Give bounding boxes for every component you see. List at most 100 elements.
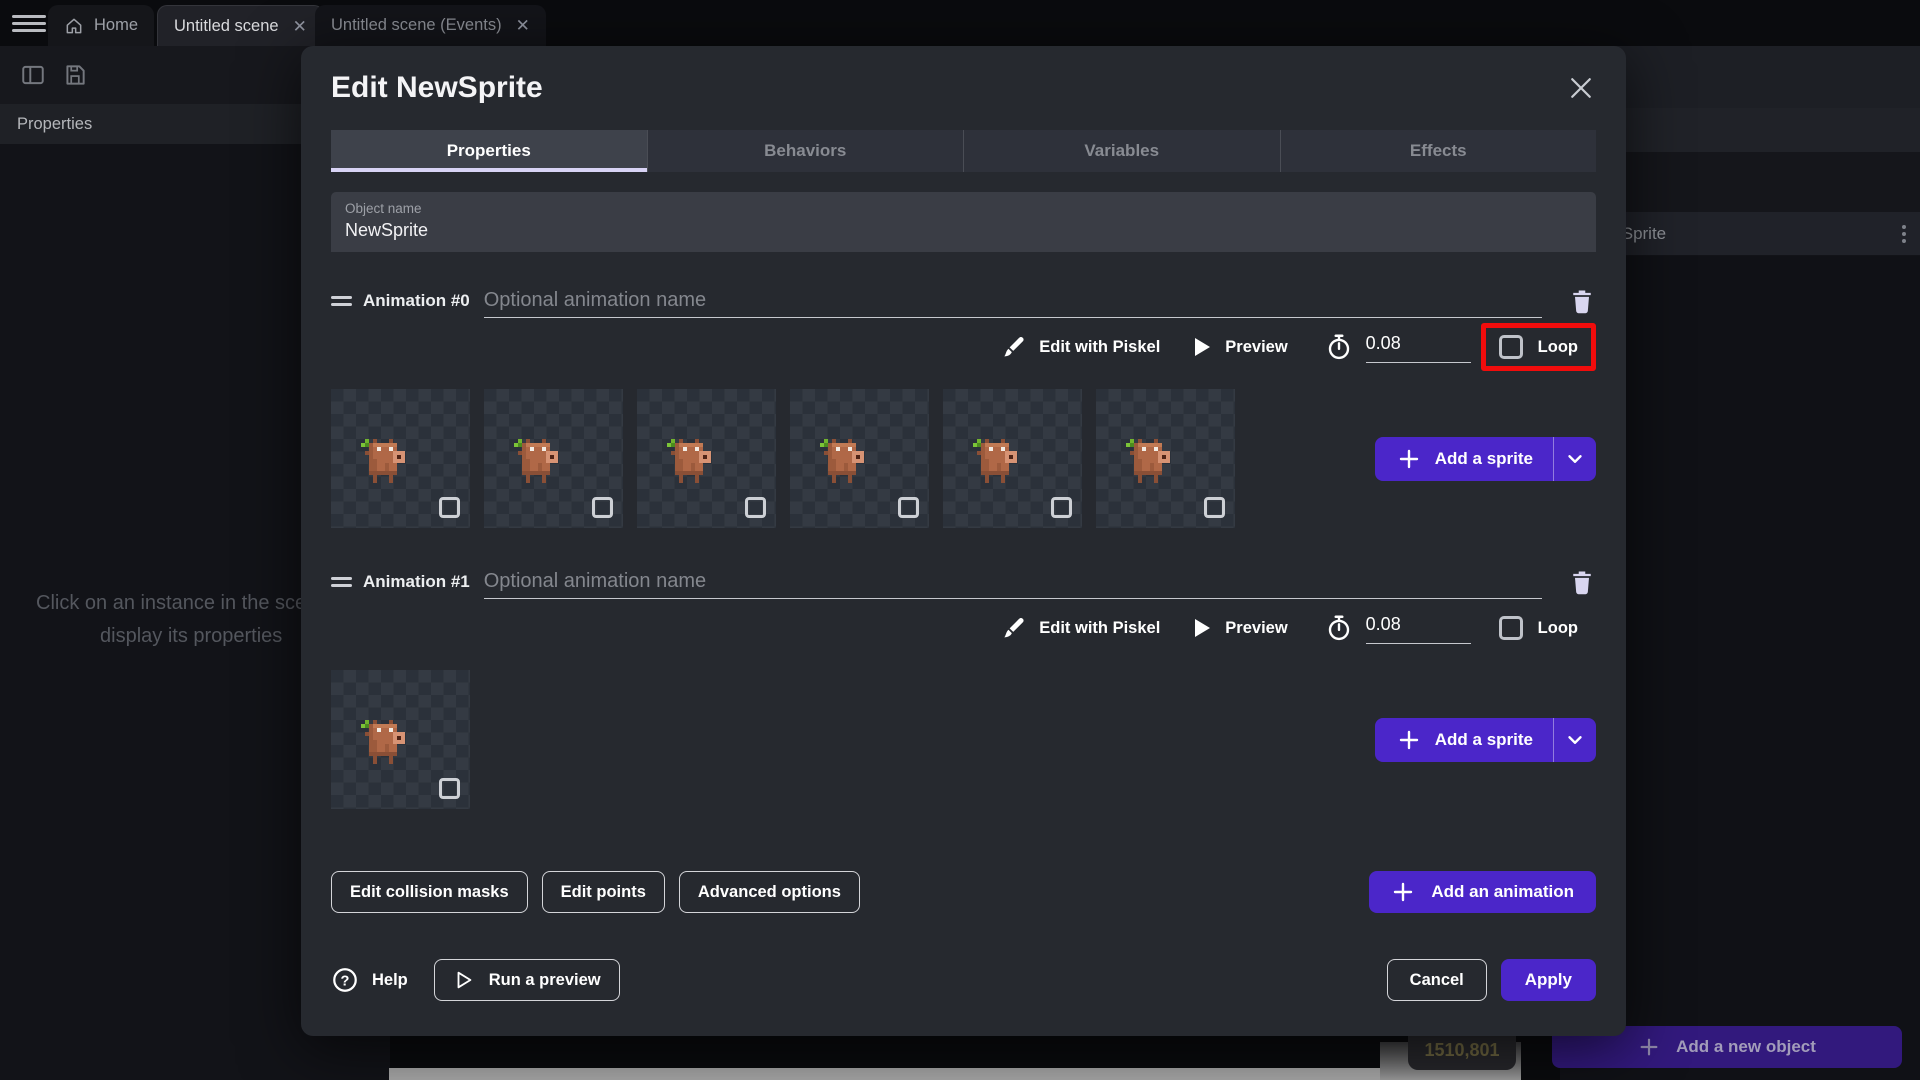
frame-select-checkbox[interactable] [745, 497, 766, 518]
dialog-close-icon[interactable] [1566, 73, 1596, 103]
help-icon: ? [333, 968, 357, 992]
stopwatch-icon [1328, 615, 1349, 641]
add-sprite-button[interactable]: Add a sprite [1374, 717, 1596, 762]
pig-sprite-image [514, 439, 558, 483]
tab-behaviors[interactable]: Behaviors [646, 130, 963, 172]
window-tab-bar: Home Untitled scene ✕ Untitled scene (Ev… [0, 0, 1920, 46]
svg-text:?: ? [341, 973, 350, 989]
drag-handle-icon[interactable] [331, 292, 352, 309]
play-icon [1195, 619, 1211, 637]
sprite-frame-thumbnail[interactable] [943, 389, 1082, 528]
loop-label: Loop [1537, 337, 1578, 356]
animation-title: Animation #0 [363, 291, 470, 310]
plus-icon [1399, 730, 1418, 749]
frame-select-checkbox[interactable] [898, 497, 919, 518]
tab-label: Untitled scene (Events) [331, 16, 502, 34]
tab-untitled-scene[interactable]: Untitled scene ✕ [157, 5, 324, 46]
edit-with-piskel-button[interactable]: Edit with Piskel [1000, 334, 1160, 360]
plus-icon [1394, 882, 1413, 902]
tab-effects[interactable]: Effects [1279, 130, 1596, 172]
animation-name-input[interactable]: Optional animation name [483, 284, 1542, 318]
pig-sprite-image [361, 720, 405, 764]
time-between-frames-input[interactable]: 0.08 [1365, 612, 1471, 644]
tab-untitled-scene-events[interactable]: Untitled scene (Events) ✕ [315, 5, 546, 46]
gdevelop-app: Home Untitled scene ✕ Untitled scene (Ev… [0, 0, 1920, 1080]
pig-sprite-image [1126, 439, 1170, 483]
help-button[interactable]: ? Help [331, 966, 408, 994]
loop-checkbox[interactable] [1498, 616, 1523, 640]
sprite-frame-thumbnail[interactable] [637, 389, 776, 528]
animation-0-toolbar: Edit with Piskel Preview 0.08 Loop [331, 321, 1596, 373]
sprite-frame-thumbnail[interactable] [1096, 389, 1235, 528]
add-sprite-button[interactable]: Add a sprite [1374, 436, 1596, 481]
dialog-tabs: Properties Behaviors Variables Effects [331, 130, 1596, 172]
object-name-field[interactable]: Object name NewSprite [331, 192, 1596, 252]
animation-0-header: Animation #0 Optional animation name [331, 283, 1596, 319]
panels-icon[interactable] [20, 62, 46, 88]
delete-animation-icon[interactable] [1568, 287, 1596, 315]
edit-with-piskel-button[interactable]: Edit with Piskel [1000, 615, 1160, 641]
pig-sprite-image [667, 439, 711, 483]
kebab-menu-icon[interactable] [1902, 224, 1906, 243]
preview-button[interactable]: Preview [1192, 336, 1288, 358]
loop-label: Loop [1537, 618, 1578, 637]
pig-sprite-image [973, 439, 1017, 483]
delete-animation-icon[interactable] [1568, 568, 1596, 596]
tab-variables[interactable]: Variables [963, 130, 1280, 172]
add-sprite-dropdown-arrow[interactable] [1554, 718, 1596, 762]
edit-points-button[interactable]: Edit points [541, 871, 665, 913]
frame-select-checkbox[interactable] [439, 778, 460, 799]
home-icon [66, 18, 82, 33]
apply-button[interactable]: Apply [1500, 959, 1596, 1001]
loop-checkbox-highlighted[interactable]: Loop [1480, 323, 1596, 371]
hamburger-icon[interactable] [12, 15, 46, 32]
play-icon [1195, 338, 1211, 356]
animation-title: Animation #1 [363, 572, 470, 591]
tab-label: Home [94, 16, 139, 34]
add-sprite-dropdown-arrow[interactable] [1554, 437, 1596, 481]
animation-name-placeholder: Optional animation name [483, 570, 707, 592]
frame-select-checkbox[interactable] [1051, 497, 1072, 518]
cancel-button[interactable]: Cancel [1386, 959, 1487, 1001]
sprite-frame-thumbnail[interactable] [790, 389, 929, 528]
drag-handle-icon[interactable] [331, 573, 352, 590]
frame-select-checkbox[interactable] [592, 497, 613, 518]
stopwatch-icon [1328, 334, 1349, 360]
preview-button[interactable]: Preview [1192, 617, 1288, 639]
time-between-frames-input[interactable]: 0.08 [1365, 331, 1471, 363]
tab-close-icon[interactable]: ✕ [516, 17, 530, 34]
animation-0-frames: Add a sprite [331, 389, 1596, 528]
plus-icon [1640, 1038, 1658, 1056]
animation-name-input[interactable]: Optional animation name [483, 565, 1542, 599]
tab-home[interactable]: Home [48, 5, 155, 46]
object-name-field-value: NewSprite [345, 220, 429, 240]
pig-sprite-image [361, 439, 405, 483]
sprite-frame-thumbnail[interactable] [484, 389, 623, 528]
edit-collision-masks-button[interactable]: Edit collision masks [331, 871, 528, 913]
run-preview-button[interactable]: Run a preview [433, 959, 620, 1001]
save-icon[interactable] [62, 62, 88, 88]
sprite-frame-thumbnail[interactable] [331, 670, 470, 809]
tab-close-icon[interactable]: ✕ [293, 18, 307, 35]
animation-1-header: Animation #1 Optional animation name [331, 564, 1596, 600]
scene-canvas-edge [389, 1068, 1521, 1080]
object-name-field-label: Object name [345, 201, 422, 216]
dialog-footer: ? Help Run a preview Cancel Apply [331, 959, 1596, 1001]
add-animation-button[interactable]: Add an animation [1369, 871, 1596, 913]
animation-name-placeholder: Optional animation name [483, 289, 707, 311]
tab-label: Untitled scene [174, 16, 279, 35]
dialog-header: Edit NewSprite [331, 46, 1596, 130]
chevron-down-icon [1568, 735, 1582, 744]
frame-select-checkbox[interactable] [439, 497, 460, 518]
loop-checkbox[interactable] [1498, 335, 1523, 359]
loop-checkbox-wrap[interactable]: Loop [1481, 604, 1596, 652]
advanced-options-button[interactable]: Advanced options [678, 871, 860, 913]
brush-icon [1004, 336, 1024, 357]
frame-select-checkbox[interactable] [1204, 497, 1225, 518]
sprite-frame-thumbnail[interactable] [331, 389, 470, 528]
animation-1-frames: Add a sprite [331, 670, 1596, 809]
dialog-secondary-actions: Edit collision masks Edit points Advance… [331, 871, 1596, 913]
play-outline-icon [457, 971, 472, 989]
dialog-title: Edit NewSprite [331, 71, 543, 104]
tab-properties[interactable]: Properties [331, 130, 647, 172]
